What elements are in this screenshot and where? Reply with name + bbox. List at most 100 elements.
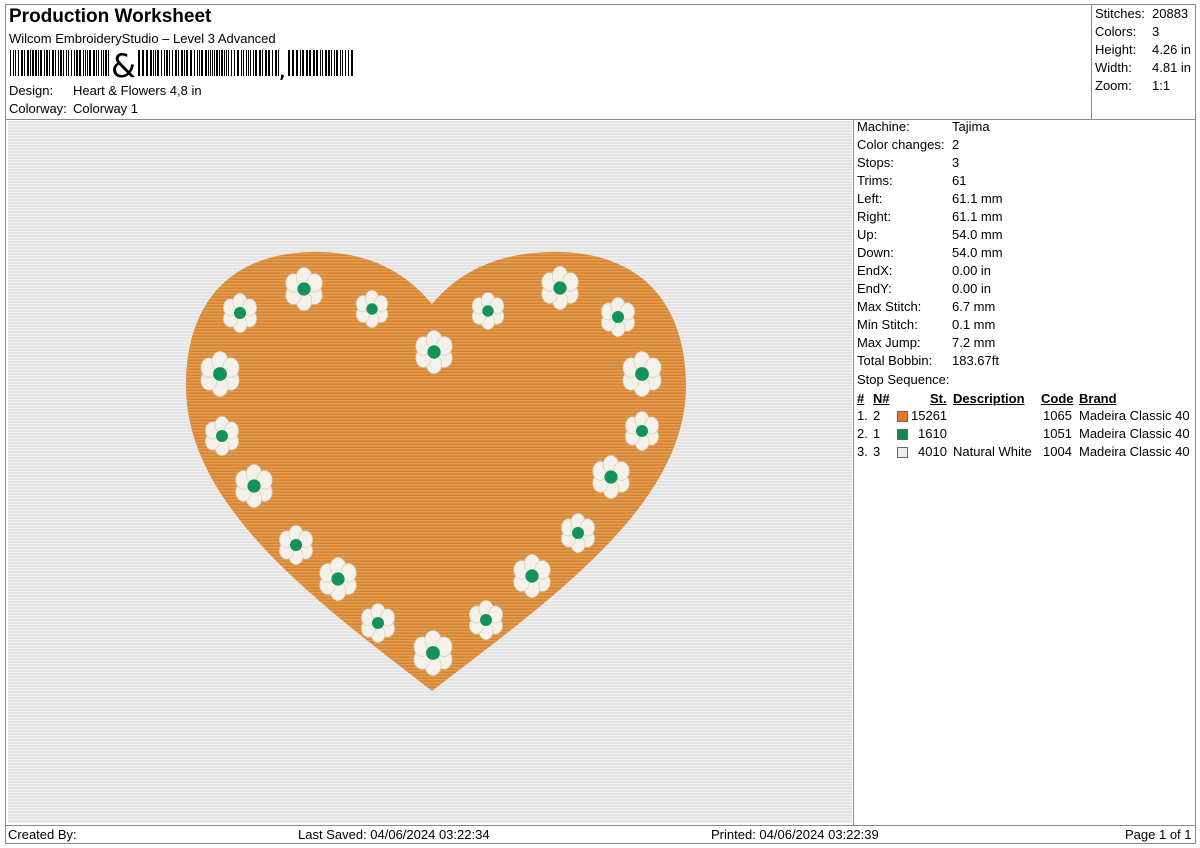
stops-label: Stops: xyxy=(857,155,894,170)
color-swatch xyxy=(897,447,908,458)
colorway-value: Colorway 1 xyxy=(73,101,139,116)
design-value: Heart & Flowers 4,8 in xyxy=(73,83,202,98)
flower-motif xyxy=(223,293,257,333)
summary-width-label: Width: xyxy=(1095,60,1132,75)
col-header-needle: N# xyxy=(873,391,890,406)
summary-stitches-label: Stitches: xyxy=(1095,6,1145,21)
last-saved: Last Saved: 04/06/2024 03:22:34 xyxy=(298,827,490,842)
flower-motif xyxy=(541,266,579,310)
total-bobbin-value: 183.67ft xyxy=(952,353,999,368)
flower-motif xyxy=(622,351,662,397)
footer-divider xyxy=(5,825,1196,826)
down-label: Down: xyxy=(857,245,894,260)
summary-zoom-label: Zoom: xyxy=(1095,78,1132,93)
machine-label: Machine: xyxy=(857,119,910,134)
flower-motif xyxy=(592,455,630,499)
color-changes-label: Color changes: xyxy=(857,137,945,152)
trims-label: Trims: xyxy=(857,173,893,188)
left-label: Left: xyxy=(857,191,883,206)
total-bobbin-label: Total Bobbin: xyxy=(857,353,933,368)
left-value: 61.1 mm xyxy=(952,191,1003,206)
summary-width-value: 4.81 in xyxy=(1152,60,1192,75)
flower-motif xyxy=(285,267,323,311)
summary-height-value: 4.26 in xyxy=(1152,42,1192,57)
row-brand: Madeira Classic 40 xyxy=(1079,408,1190,423)
max-jump-label: Max Jump: xyxy=(857,335,921,350)
svg-text:&: & xyxy=(111,50,136,80)
software-name: Wilcom EmbroideryStudio – Level 3 Advanc… xyxy=(9,31,276,46)
summary-height-label: Height: xyxy=(1095,42,1137,57)
color-changes-value: 2 xyxy=(952,137,960,152)
row-num: 3. xyxy=(857,444,868,459)
created-by: Created By: xyxy=(8,827,77,842)
max-stitch-label: Max Stitch: xyxy=(857,299,922,314)
summary-colors-label: Colors: xyxy=(1095,24,1137,39)
summary-divider xyxy=(1091,4,1092,119)
flower-motif xyxy=(361,603,395,643)
col-header-brand: Brand xyxy=(1079,391,1117,406)
max-jump-value: 7.2 mm xyxy=(952,335,996,350)
min-stitch-value: 0.1 mm xyxy=(952,317,996,332)
summary-zoom-value: 1:1 xyxy=(1152,78,1171,93)
row-code: 1004 xyxy=(1043,444,1072,459)
row-stitches: 1610 xyxy=(918,426,947,441)
endy-value: 0.00 in xyxy=(952,281,992,296)
stops-value: 3 xyxy=(952,155,960,170)
up-value: 54.0 mm xyxy=(952,227,1003,242)
down-value: 54.0 mm xyxy=(952,245,1003,260)
col-header-num: # xyxy=(857,391,865,406)
flower-motif xyxy=(471,292,505,330)
panel-divider xyxy=(853,119,854,825)
row-code: 1065 xyxy=(1043,408,1072,423)
right-value: 61.1 mm xyxy=(952,209,1003,224)
trims-value: 61 xyxy=(952,173,967,188)
row-needle: 2 xyxy=(873,408,881,423)
page-number: Page 1 of 1 xyxy=(1125,827,1192,842)
col-header-stitches: St. xyxy=(930,391,947,406)
flower-motif xyxy=(200,351,240,397)
col-header-description: Description xyxy=(953,391,1025,406)
summary-colors-value: 3 xyxy=(1152,24,1160,39)
row-description: Natural White xyxy=(953,444,1032,459)
color-swatch xyxy=(897,411,908,422)
flower-motif xyxy=(279,525,313,565)
flower-motif xyxy=(513,554,551,598)
max-stitch-value: 6.7 mm xyxy=(952,299,996,314)
design-label: Design: xyxy=(9,83,54,98)
design-preview xyxy=(8,121,852,823)
flower-motif xyxy=(415,330,453,374)
row-code: 1051 xyxy=(1043,426,1072,441)
endx-value: 0.00 in xyxy=(952,263,992,278)
header-divider xyxy=(5,119,1196,120)
row-needle: 3 xyxy=(873,444,881,459)
color-swatch xyxy=(897,429,908,440)
flower-motif xyxy=(469,600,503,640)
page-title: Production Worksheet xyxy=(9,6,212,27)
flower-motif xyxy=(625,411,659,451)
endy-label: EndY: xyxy=(857,281,892,296)
col-header-code: Code xyxy=(1041,391,1074,406)
svg-text:,: , xyxy=(278,55,286,80)
right-label: Right: xyxy=(857,209,891,224)
flower-motif xyxy=(413,630,453,676)
flower-motif xyxy=(319,557,357,601)
colorway-label: Colorway: xyxy=(9,101,67,116)
row-brand: Madeira Classic 40 xyxy=(1079,426,1190,441)
row-stitches: 15261 xyxy=(911,408,948,423)
flower-motif xyxy=(355,290,389,328)
heart-flowers-design xyxy=(186,252,686,691)
flower-motif xyxy=(561,513,595,553)
min-stitch-label: Min Stitch: xyxy=(857,317,918,332)
summary-stitches-value: 20883 xyxy=(1152,6,1189,21)
flower-motif xyxy=(205,416,239,456)
flower-motif xyxy=(601,297,635,337)
row-brand: Madeira Classic 40 xyxy=(1079,444,1190,459)
flower-motif xyxy=(235,464,273,508)
row-num: 2. xyxy=(857,426,868,441)
machine-value: Tajima xyxy=(952,119,990,134)
row-needle: 1 xyxy=(873,426,881,441)
up-label: Up: xyxy=(857,227,878,242)
design-barcode: &, xyxy=(10,50,353,80)
endx-label: EndX: xyxy=(857,263,893,278)
row-stitches: 4010 xyxy=(918,444,947,459)
